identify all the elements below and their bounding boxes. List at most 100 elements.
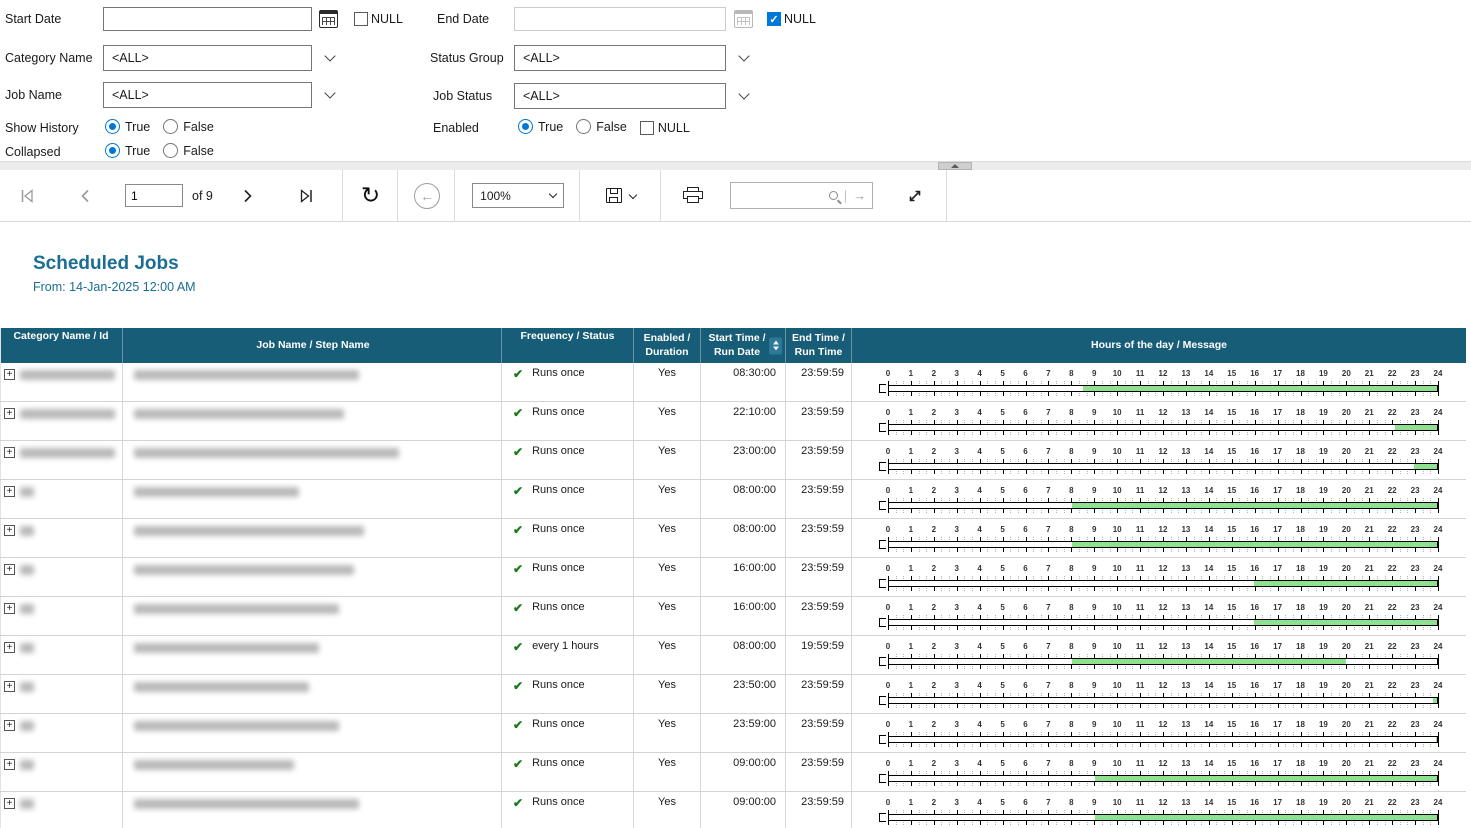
chevron-down-icon[interactable] xyxy=(324,87,335,98)
search-icon[interactable] xyxy=(829,191,838,200)
hour-label: 3 xyxy=(955,798,959,807)
job-status-dropdown[interactable]: <ALL> xyxy=(514,83,726,109)
fullscreen-icon xyxy=(906,187,924,205)
hour-label: 9 xyxy=(1092,798,1096,807)
current-page-input[interactable] xyxy=(125,184,183,207)
first-page-button[interactable] xyxy=(18,188,36,204)
gantt-schedule-fill xyxy=(1072,542,1437,547)
hour-label: 22 xyxy=(1388,369,1397,378)
hour-label: 20 xyxy=(1342,486,1351,495)
hour-label: 12 xyxy=(1159,603,1168,612)
hour-label: 9 xyxy=(1092,603,1096,612)
category-name-dropdown[interactable]: <ALL> xyxy=(103,45,312,71)
hour-label: 14 xyxy=(1204,486,1213,495)
start-date-null-checkbox[interactable] xyxy=(354,12,368,26)
frequency-cell: ✔Runs once xyxy=(502,402,634,440)
hour-label: 18 xyxy=(1296,408,1305,417)
chevron-down-icon[interactable] xyxy=(738,88,749,99)
expand-icon[interactable]: + xyxy=(4,447,15,458)
calendar-icon[interactable] xyxy=(319,10,338,28)
zoom-select[interactable]: 100% xyxy=(472,183,564,208)
hour-label: 2 xyxy=(932,447,936,456)
collapsed-radio-group: TrueFalse xyxy=(105,143,227,161)
table-row: +✔Runs onceYes09:00:0023:59:590123456789… xyxy=(0,792,1466,828)
radio-true[interactable] xyxy=(518,119,533,134)
status-group-dropdown[interactable]: <ALL> xyxy=(514,45,726,71)
refresh-button[interactable]: ↻ xyxy=(361,184,380,207)
print-button[interactable] xyxy=(683,187,704,204)
gantt-schedule-fill xyxy=(1095,776,1438,781)
expand-icon[interactable]: + xyxy=(4,681,15,692)
previous-page-button[interactable] xyxy=(78,188,92,204)
hour-label: 5 xyxy=(1000,720,1004,729)
job-name-dropdown[interactable]: <ALL> xyxy=(103,82,312,108)
radio-true[interactable] xyxy=(105,143,120,158)
hour-label: 8 xyxy=(1069,408,1073,417)
start-date-input[interactable] xyxy=(103,7,312,31)
gantt-schedule-fill xyxy=(1072,659,1346,664)
search-input[interactable] xyxy=(735,189,829,203)
hour-label: 14 xyxy=(1204,681,1213,690)
hour-label: 7 xyxy=(1046,369,1050,378)
hour-label: 15 xyxy=(1227,603,1236,612)
last-page-button[interactable] xyxy=(298,188,316,204)
radio-false[interactable] xyxy=(163,143,178,158)
expand-icon[interactable]: + xyxy=(4,408,15,419)
sort-toggle[interactable] xyxy=(769,337,782,354)
hour-label: 17 xyxy=(1273,408,1282,417)
end-date-input[interactable] xyxy=(514,7,726,31)
expand-icon[interactable]: + xyxy=(4,369,15,380)
expand-icon[interactable]: + xyxy=(4,798,15,809)
end-time-cell: 23:59:59 xyxy=(786,441,852,479)
chevron-down-icon[interactable] xyxy=(738,50,749,61)
hour-label: 22 xyxy=(1388,798,1397,807)
save-export-button[interactable] xyxy=(606,188,636,203)
hour-label: 10 xyxy=(1113,447,1122,456)
hour-label: 19 xyxy=(1319,681,1328,690)
hour-label: 0 xyxy=(886,525,890,534)
enabled-null-checkbox[interactable] xyxy=(640,121,654,135)
radio-false[interactable] xyxy=(576,119,591,134)
chevron-down-icon[interactable] xyxy=(324,50,335,61)
enabled-null-label: NULL xyxy=(658,121,690,135)
sort-down-icon xyxy=(773,347,779,351)
radio-true[interactable] xyxy=(105,119,120,134)
fullscreen-button[interactable] xyxy=(906,187,924,205)
frequency-cell: ✔Runs once xyxy=(502,558,634,596)
hour-label: 4 xyxy=(977,369,981,378)
hour-label: 3 xyxy=(955,681,959,690)
expand-icon[interactable]: + xyxy=(4,564,15,575)
expand-icon[interactable]: + xyxy=(4,603,15,614)
expand-icon[interactable]: + xyxy=(4,525,15,536)
hour-label: 20 xyxy=(1342,408,1351,417)
expand-icon[interactable]: + xyxy=(4,759,15,770)
hour-label: 3 xyxy=(955,564,959,573)
hour-label: 0 xyxy=(886,408,890,417)
hour-label: 19 xyxy=(1319,603,1328,612)
table-row: +✔Runs onceYes23:50:0023:59:590123456789… xyxy=(0,675,1466,714)
category-id-redacted xyxy=(20,760,34,770)
expand-icon[interactable]: + xyxy=(4,720,15,731)
expand-icon[interactable]: + xyxy=(4,486,15,497)
hour-label: 18 xyxy=(1296,642,1305,651)
category-cell: + xyxy=(0,753,123,791)
hour-label: 24 xyxy=(1434,369,1443,378)
hour-label: 15 xyxy=(1227,681,1236,690)
collapse-parameters-handle[interactable] xyxy=(938,162,972,170)
hour-label: 3 xyxy=(955,759,959,768)
end-date-null-checkbox[interactable]: ✓ xyxy=(767,12,781,26)
hour-label: 8 xyxy=(1069,564,1073,573)
hour-label: 5 xyxy=(1000,486,1004,495)
radio-false[interactable] xyxy=(163,119,178,134)
hour-label: 4 xyxy=(977,642,981,651)
job-name-redacted xyxy=(134,643,319,653)
find-next-icon[interactable]: → xyxy=(853,188,866,203)
enabled-label: Enabled xyxy=(433,121,518,135)
back-to-parent-button[interactable]: ← xyxy=(414,183,440,209)
next-page-button[interactable] xyxy=(241,188,255,204)
hour-label: 23 xyxy=(1411,798,1420,807)
frequency-cell: ✔Runs once xyxy=(502,363,634,401)
end-time-cell: 23:59:59 xyxy=(786,597,852,635)
frequency-text: Runs once xyxy=(532,445,585,457)
expand-icon[interactable]: + xyxy=(4,642,15,653)
